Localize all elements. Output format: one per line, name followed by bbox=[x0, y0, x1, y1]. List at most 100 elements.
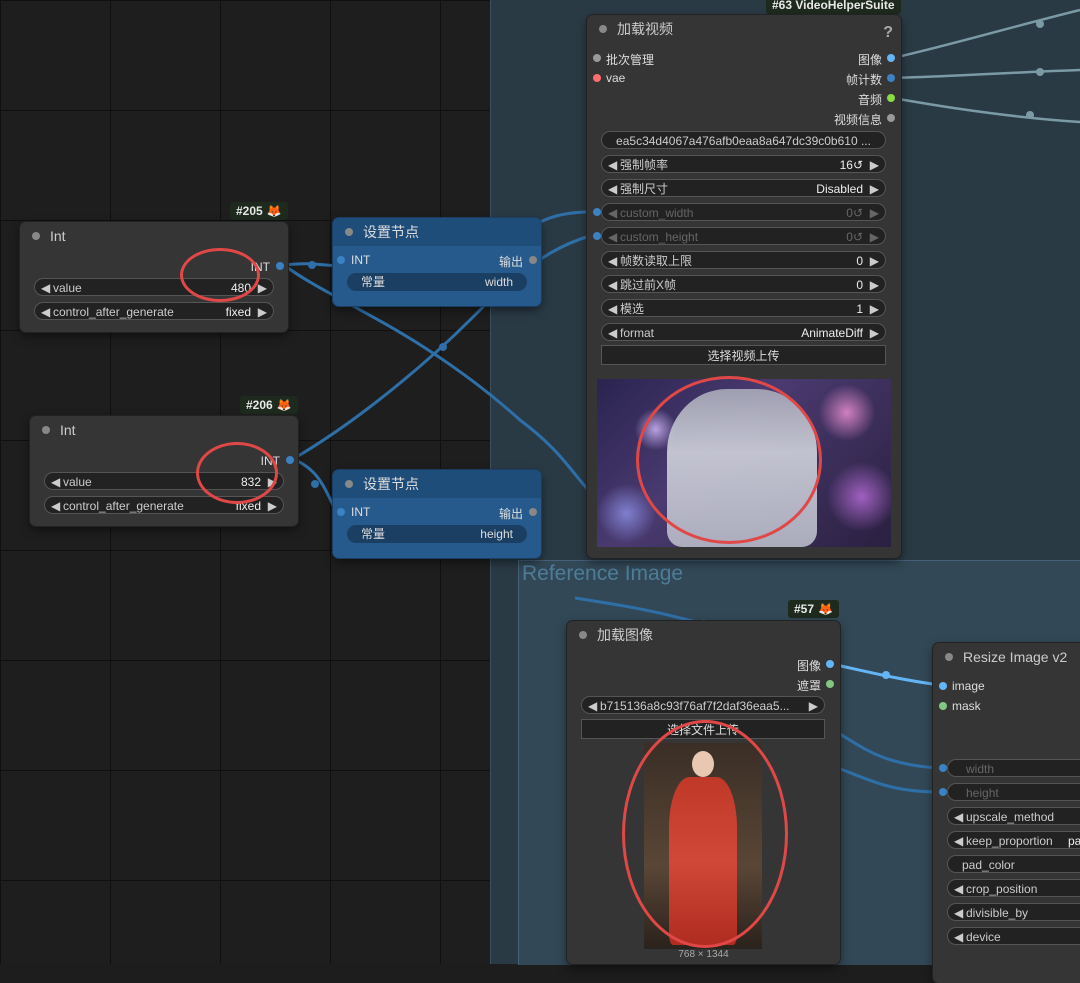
output-slot[interactable] bbox=[887, 114, 895, 122]
link-width bbox=[837, 731, 941, 770]
output-slot[interactable] bbox=[887, 94, 895, 102]
output-label: 输出 bbox=[498, 507, 523, 521]
output-slot[interactable] bbox=[286, 456, 294, 464]
input-slot[interactable] bbox=[593, 208, 601, 216]
input-label: 批次管理 bbox=[606, 53, 655, 67]
output-slot[interactable] bbox=[529, 256, 537, 264]
fox-icon: 🦊 bbox=[276, 398, 292, 412]
node-badge: #57 🦊 bbox=[788, 600, 839, 618]
highlight-circle bbox=[636, 376, 822, 544]
widget-force-rate[interactable]: ◀ 强制帧率 16↺ ▶ bbox=[601, 155, 886, 173]
output-slot[interactable] bbox=[887, 54, 895, 62]
output-slot[interactable] bbox=[887, 74, 895, 82]
node-title: Int bbox=[60, 422, 76, 438]
input-slot[interactable] bbox=[593, 54, 601, 62]
node-title: 加载视频 bbox=[617, 21, 673, 37]
input-slot[interactable] bbox=[939, 702, 947, 710]
control-after-generate-widget[interactable]: ◀ control_after_generate fixed ▶ bbox=[34, 302, 274, 320]
widget-pad-color[interactable]: pad_color bbox=[947, 855, 1080, 873]
increment-icon[interactable]: ▶ bbox=[258, 279, 267, 297]
fox-icon: 🦊 bbox=[818, 602, 833, 616]
input-label: image bbox=[952, 679, 985, 693]
set-node-height[interactable]: 设置节点 INT 输出 常量 height bbox=[333, 470, 541, 558]
output-label: 帧计数 bbox=[845, 73, 882, 87]
output-label: 遮罩 bbox=[796, 679, 821, 693]
widget-divisible-by[interactable]: ◀ divisible_by bbox=[947, 903, 1080, 921]
node-title: 设置节点 bbox=[363, 224, 419, 240]
widget-select-every[interactable]: ◀ 模选 1 ▶ bbox=[601, 299, 886, 317]
input-slot[interactable] bbox=[939, 682, 947, 690]
prev-icon[interactable]: ◀ bbox=[41, 303, 50, 321]
link-cwidth bbox=[539, 210, 591, 224]
output-label: 视频信息 bbox=[833, 113, 882, 127]
widget-keep-proportion[interactable]: ◀ keep_proportion pa bbox=[947, 831, 1080, 849]
node-badge: #63 VideoHelperSuite bbox=[766, 0, 901, 14]
highlight-circle bbox=[180, 248, 260, 302]
collapse-dot-icon[interactable] bbox=[345, 480, 353, 488]
node-title: 设置节点 bbox=[363, 476, 419, 492]
set-node-width[interactable]: 设置节点 INT 输出 常量 width bbox=[333, 218, 541, 306]
widget-crop-position[interactable]: ◀ crop_position bbox=[947, 879, 1080, 897]
node-title: 加载图像 bbox=[597, 627, 653, 643]
widget-force-size[interactable]: ◀ 强制尺寸 Disabled ▶ bbox=[601, 179, 886, 197]
output-label: 输出 bbox=[498, 255, 523, 269]
collapse-dot-icon[interactable] bbox=[945, 653, 953, 661]
input-slot[interactable] bbox=[593, 232, 601, 240]
input-slot[interactable] bbox=[337, 256, 345, 264]
widget-width[interactable]: width bbox=[947, 759, 1080, 777]
input-label: INT bbox=[351, 253, 371, 267]
constant-widget[interactable]: 常量 height bbox=[347, 525, 527, 543]
collapse-dot-icon[interactable] bbox=[579, 631, 587, 639]
input-slot[interactable] bbox=[939, 764, 947, 772]
highlight-circle bbox=[196, 442, 278, 504]
link-video-image-out bbox=[892, 8, 1080, 60]
node-title: Int bbox=[50, 228, 66, 244]
input-slot-vae[interactable] bbox=[593, 74, 601, 82]
output-label: 图像 bbox=[857, 53, 882, 67]
output-slot[interactable] bbox=[826, 680, 834, 688]
node-title: Resize Image v2 bbox=[963, 649, 1068, 665]
next-icon[interactable]: ▶ bbox=[268, 497, 277, 515]
collapse-dot-icon[interactable] bbox=[32, 232, 40, 240]
prev-icon[interactable]: ◀ bbox=[51, 497, 60, 515]
input-label: INT bbox=[351, 505, 371, 519]
output-slot[interactable] bbox=[826, 660, 834, 668]
decrement-icon[interactable]: ◀ bbox=[51, 473, 60, 491]
widget-custom-height[interactable]: ◀ custom_height 0↺ ▶ bbox=[601, 227, 886, 245]
link-audio-out bbox=[892, 96, 1080, 124]
input-label: mask bbox=[952, 699, 981, 713]
collapse-dot-icon[interactable] bbox=[599, 25, 607, 33]
link-height bbox=[837, 766, 941, 794]
highlight-circle bbox=[622, 720, 788, 948]
help-icon[interactable]: ? bbox=[883, 19, 893, 47]
widget-frame-cap[interactable]: ◀ 帧数读取上限 0 ▶ bbox=[601, 251, 886, 269]
widget-device[interactable]: ◀ device bbox=[947, 927, 1080, 945]
collapse-dot-icon[interactable] bbox=[42, 426, 50, 434]
output-label: 音频 bbox=[857, 93, 882, 107]
constant-widget[interactable]: 常量 width bbox=[347, 273, 527, 291]
resize-image-node[interactable]: Resize Image v2 image mask width height … bbox=[933, 643, 1080, 983]
node-badge: #205 🦊 bbox=[230, 202, 288, 220]
input-slot[interactable] bbox=[337, 508, 345, 516]
widget-skip-frames[interactable]: ◀ 跳过前X帧 0 ▶ bbox=[601, 275, 886, 293]
video-file-select[interactable]: ea5c34d4067a476afb0eaa8a647dc39c0b610 ..… bbox=[601, 131, 886, 149]
widget-height[interactable]: height bbox=[947, 783, 1080, 801]
output-slot[interactable] bbox=[276, 262, 284, 270]
input-slot[interactable] bbox=[939, 788, 947, 796]
next-icon[interactable]: ▶ bbox=[258, 303, 267, 321]
image-dimensions: 768 × 1344 bbox=[678, 949, 729, 960]
node-badge: #206 🦊 bbox=[240, 396, 298, 414]
upload-video-button[interactable]: 选择视频上传 bbox=[601, 345, 886, 365]
link-framecount-out bbox=[892, 68, 1080, 80]
output-slot[interactable] bbox=[529, 508, 537, 516]
widget-upscale-method[interactable]: ◀ upscale_method bbox=[947, 807, 1080, 825]
widget-format[interactable]: ◀ format AnimateDiff ▶ bbox=[601, 323, 886, 341]
widget-custom-width[interactable]: ◀ custom_width 0↺ ▶ bbox=[601, 203, 886, 221]
output-label: 图像 bbox=[796, 659, 821, 673]
decrement-icon[interactable]: ◀ bbox=[41, 279, 50, 297]
link-video-ref bbox=[574, 596, 707, 625]
image-file-select[interactable]: ◀ b715136a8c93f76af7f2daf36eaa5... ▶ bbox=[581, 696, 825, 714]
input-label: vae bbox=[606, 71, 626, 85]
fox-icon: 🦊 bbox=[266, 204, 282, 218]
collapse-dot-icon[interactable] bbox=[345, 228, 353, 236]
